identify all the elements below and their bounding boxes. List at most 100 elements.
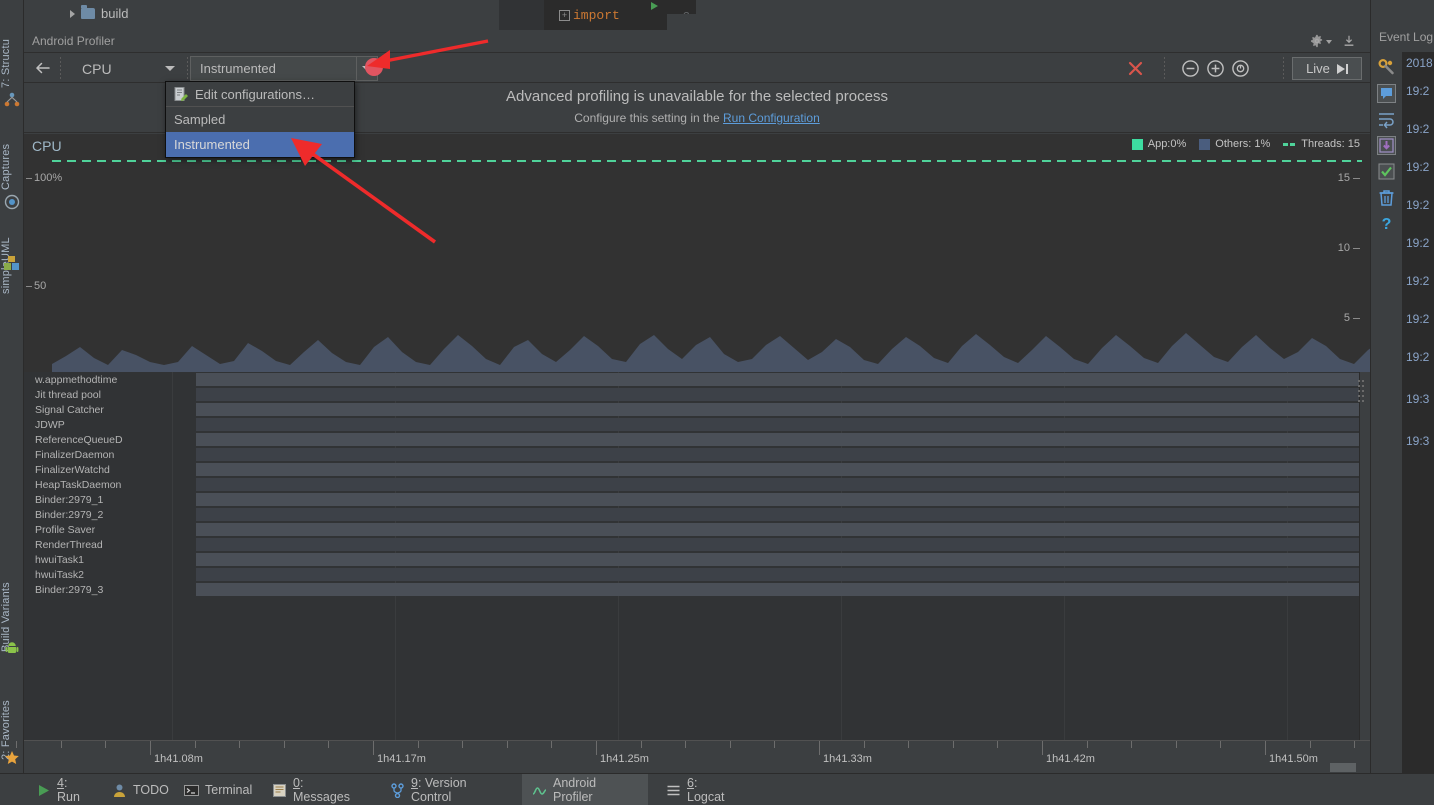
help-icon[interactable]: ? — [1377, 214, 1396, 233]
event-log-entries[interactable]: 2018 19:2 19:2 19:2 19:2 19:2 19:2 19:2 19:2 19:3… — [1402, 52, 1434, 773]
thread-row[interactable]: Profile Saver — [24, 522, 150, 537]
thread-row[interactable]: w.appmethodtime — [24, 372, 150, 387]
settings-wrench-icon[interactable] — [1377, 58, 1396, 77]
thread-row[interactable]: Binder:2979_2 — [24, 507, 150, 522]
thread-activity-bar[interactable] — [150, 477, 1370, 492]
thread-row[interactable]: JDWP — [24, 417, 150, 432]
thread-activity-bar[interactable] — [150, 507, 1370, 522]
thread-activity-bar[interactable] — [150, 372, 1370, 387]
zoom-out-icon[interactable] — [1181, 59, 1200, 78]
horizontal-scrollbar-thumb[interactable] — [1330, 763, 1356, 772]
thread-activity-bar[interactable] — [150, 417, 1370, 432]
tree-item-build[interactable]: build — [70, 5, 128, 21]
process-dropdown[interactable]: CPU — [68, 56, 181, 81]
thread-activity-bar[interactable] — [150, 447, 1370, 462]
thread-row[interactable]: Jit thread pool — [24, 387, 150, 402]
sidebar-item-structure[interactable]: 7: Structu — [0, 2, 24, 88]
thread-row[interactable]: FinalizerDaemon — [24, 447, 150, 462]
thread-row[interactable]: ReferenceQueueD — [24, 432, 150, 447]
thread-activity-bar[interactable] — [150, 552, 1370, 567]
thread-row[interactable]: Binder:2979_3 — [24, 582, 150, 597]
thread-row[interactable]: FinalizerWatchd — [24, 462, 150, 477]
axis-tick-minor — [417, 741, 419, 748]
event-log-entry[interactable]: 19:2 — [1406, 350, 1429, 364]
chevron-down-icon[interactable] — [159, 57, 180, 80]
statusbar-tab-androidprofiler[interactable]: Android Profiler — [522, 774, 648, 805]
sidebar-item-build-variants[interactable]: Build Variants — [0, 556, 24, 652]
axis-tick-minor — [997, 741, 999, 748]
left-tool-rail: 7: Structu Captures simpleUML Build Vari… — [0, 0, 24, 773]
dropdown-item-instrumented[interactable]: Instrumented — [166, 132, 354, 157]
dropdown-item-edit-configurations[interactable]: Edit configurations… — [166, 82, 354, 107]
axis-tick-minor — [1354, 741, 1356, 748]
sidebar-item-captures[interactable]: Captures — [0, 118, 24, 190]
run-gutter-icon[interactable] — [651, 2, 658, 10]
config-dropdown-label: Instrumented — [200, 61, 276, 76]
statusbar-tab-versioncontrol[interactable]: 9: Version Control — [380, 774, 514, 805]
statusbar-tab-messages[interactable]: 0: Messages — [262, 774, 372, 805]
statusbar-tab-text: : Version Control — [411, 776, 467, 804]
record-button[interactable] — [365, 58, 383, 76]
run-configuration-link[interactable]: Run Configuration — [723, 111, 820, 125]
thread-activity-bar[interactable] — [150, 567, 1370, 582]
thread-activity-bar[interactable] — [150, 402, 1370, 417]
chevron-down-icon[interactable] — [1326, 40, 1332, 44]
thread-activity-bar[interactable] — [150, 582, 1370, 597]
thread-activity-bar[interactable] — [150, 522, 1370, 537]
soft-wrap-icon[interactable] — [1377, 110, 1396, 129]
vcs-icon — [391, 782, 404, 798]
scroll-to-end-icon[interactable] — [1377, 136, 1396, 155]
thread-row[interactable]: HeapTaskDaemon — [24, 477, 150, 492]
config-dropdown-menu[interactable]: Edit configurations… Sampled Instrumented — [165, 81, 355, 158]
event-log-entry[interactable]: 19:2 — [1406, 84, 1429, 98]
thread-activity-bar[interactable] — [150, 432, 1370, 447]
fold-expand-icon[interactable]: + — [559, 10, 570, 21]
config-dropdown[interactable]: Instrumented — [190, 56, 378, 81]
thread-name-label: FinalizerDaemon — [35, 448, 115, 461]
event-log-entry[interactable]: 19:2 — [1406, 160, 1429, 174]
gear-icon[interactable] — [1310, 34, 1324, 48]
thread-activity-bar[interactable] — [150, 537, 1370, 552]
thread-row[interactable]: Binder:2979_1 — [24, 492, 150, 507]
toolbar-separator-2 — [187, 57, 188, 80]
minimize-icon[interactable] — [1342, 34, 1356, 48]
statusbar-tab-todo[interactable]: TODO — [102, 774, 169, 805]
message-bubble-icon[interactable] — [1377, 84, 1396, 103]
thread-row[interactable]: hwuiTask1 — [24, 552, 150, 567]
scroll-grip-icon[interactable] — [1358, 380, 1367, 428]
thread-activity-bar[interactable] — [150, 462, 1370, 477]
trash-icon[interactable] — [1377, 188, 1396, 207]
thread-activity-bar[interactable] — [150, 387, 1370, 402]
statusbar-tab-run[interactable]: 4: Run — [26, 774, 94, 805]
event-log-entry[interactable]: 2018 — [1406, 56, 1433, 70]
statusbar-tab-number: 6 — [687, 776, 694, 790]
thread-row[interactable]: RenderThread — [24, 537, 150, 552]
event-log-entry[interactable]: 19:3 — [1406, 392, 1429, 406]
back-arrow-icon[interactable] — [32, 58, 54, 78]
reset-zoom-icon[interactable] — [1231, 59, 1250, 78]
event-log-entry[interactable]: 19:2 — [1406, 274, 1429, 288]
statusbar-tab-terminal[interactable]: Terminal — [174, 774, 254, 805]
thread-row[interactable]: hwuiTask2 — [24, 567, 150, 582]
zoom-in-icon[interactable] — [1206, 59, 1225, 78]
statusbar-tab-text: TODO — [133, 783, 169, 797]
axis-tick-minor — [328, 741, 330, 748]
event-log-entry[interactable]: 19:2 — [1406, 198, 1429, 212]
check-box-icon[interactable] — [1377, 162, 1396, 181]
legend-swatch-threads — [1283, 142, 1297, 146]
sidebar-item-favorites[interactable]: 2: Favorites — [0, 678, 24, 760]
close-icon[interactable] — [1127, 60, 1144, 77]
event-log-entry[interactable]: 19:2 — [1406, 122, 1429, 136]
activity-segment — [196, 433, 1365, 446]
live-button[interactable]: Live — [1292, 57, 1362, 80]
thread-activity-bar[interactable] — [150, 492, 1370, 507]
thread-row[interactable]: Signal Catcher — [24, 402, 150, 417]
dropdown-item-sampled[interactable]: Sampled — [166, 107, 354, 132]
statusbar-tab-label: 4: Run — [57, 776, 84, 804]
statusbar-tab-logcat[interactable]: 6: Logcat — [656, 774, 740, 805]
chevron-right-icon[interactable] — [70, 9, 75, 18]
event-log-entry[interactable]: 19:3 — [1406, 434, 1429, 448]
event-log-entry[interactable]: 19:2 — [1406, 312, 1429, 326]
event-log-entry[interactable]: 19:2 — [1406, 236, 1429, 250]
cpu-usage-area-chart — [52, 333, 1370, 372]
